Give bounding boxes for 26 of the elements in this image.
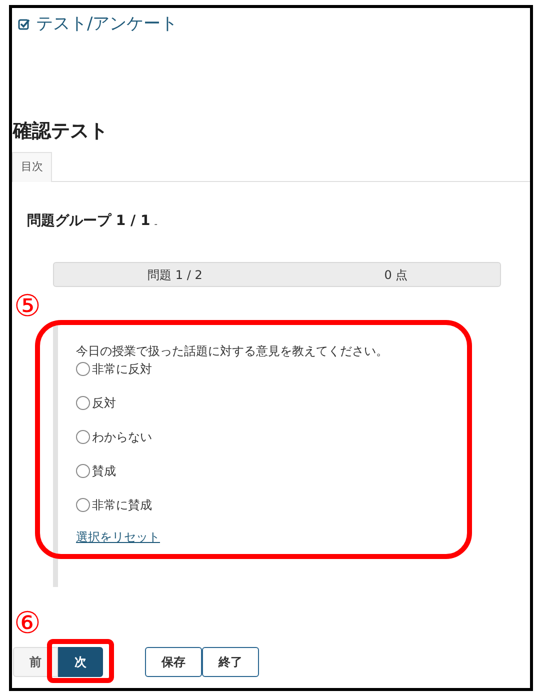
next-button[interactable]: 次 <box>58 647 103 677</box>
option-label: 賛成 <box>92 463 116 480</box>
action-button[interactable]: 保存 <box>145 647 202 677</box>
radio-button[interactable] <box>76 430 90 444</box>
question-number: 問題 1 / 2 <box>146 266 204 284</box>
radio-button[interactable] <box>76 498 90 512</box>
page-title: テスト/アンケート <box>36 16 178 32</box>
group-heading: 問題グループ 1 / 1 <box>27 212 150 231</box>
highlight-frame <box>47 639 114 683</box>
option-label: わからない <box>92 429 152 446</box>
heading-suffix: - <box>154 218 158 232</box>
checkbox-icon <box>18 18 30 30</box>
option-label: 反対 <box>92 395 116 412</box>
option-label: 非常に反対 <box>92 361 152 378</box>
step-number: ⑤ <box>14 290 41 324</box>
radio-button[interactable] <box>76 464 90 478</box>
action-button[interactable]: 終了 <box>202 647 259 677</box>
step-number: ⑥ <box>14 607 41 641</box>
question-points: 0 点 <box>383 266 409 284</box>
question-text: 今日の授業で扱った話題に対する意見を教えてください。 <box>76 343 389 359</box>
radio-button[interactable] <box>76 396 90 410</box>
reset-link[interactable]: 選択をリセット <box>76 528 160 546</box>
radio-button[interactable] <box>76 362 90 376</box>
option-label: 非常に賛成 <box>92 497 152 514</box>
test-title: 確認テスト <box>13 119 109 143</box>
tab[interactable]: 目次 <box>12 152 52 182</box>
